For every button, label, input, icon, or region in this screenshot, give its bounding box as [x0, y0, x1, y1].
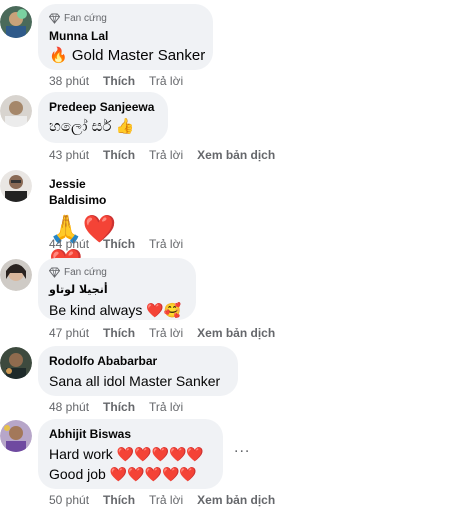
- like-button[interactable]: Thích: [103, 326, 135, 340]
- more-options-icon[interactable]: ...: [234, 439, 250, 457]
- commenter-name[interactable]: Predeep Sanjeewa: [49, 99, 156, 115]
- comment-bubble: Fan cứng Munna Lal 🔥 Gold Master Sanker: [38, 4, 213, 70]
- reply-button[interactable]: Trả lời: [149, 237, 183, 251]
- comment-actions: 50 phút Thích Trả lời Xem bản dịch: [49, 493, 289, 507]
- reply-button[interactable]: Trả lời: [149, 493, 183, 507]
- translate-button[interactable]: Xem bản dịch: [197, 493, 275, 507]
- avatar[interactable]: [0, 6, 32, 38]
- timestamp[interactable]: 50 phút: [49, 493, 89, 507]
- comment-actions: 43 phút Thích Trả lời Xem bản dịch: [49, 148, 289, 162]
- comment-text: 🔥 Gold Master Sanker: [49, 47, 206, 64]
- reply-button[interactable]: Trả lời: [149, 148, 183, 162]
- comment-actions: 47 phút Thích Trả lời Xem bản dịch: [49, 326, 289, 340]
- avatar[interactable]: [0, 347, 32, 379]
- like-button[interactable]: Thích: [103, 74, 135, 88]
- fan-badge-label: Fan cứng: [64, 266, 107, 278]
- comment-actions: 44 phút Thích Trả lời: [49, 237, 197, 251]
- diamond-icon: [49, 12, 60, 24]
- avatar[interactable]: [0, 259, 32, 291]
- like-button[interactable]: Thích: [103, 237, 135, 251]
- fan-badge: Fan cứng: [49, 11, 201, 25]
- timestamp[interactable]: 38 phút: [49, 74, 89, 88]
- like-button[interactable]: Thích: [103, 400, 135, 414]
- like-button[interactable]: Thích: [103, 148, 135, 162]
- comment-text: Sana all idol Master Sanker: [49, 373, 221, 389]
- comment-bubble: Predeep Sanjeewa හලෝ සර් 👍: [38, 92, 168, 143]
- commenter-name[interactable]: Jessie Baldisimo: [49, 176, 143, 208]
- translate-button[interactable]: Xem bản dịch: [197, 148, 275, 162]
- comment-text-line1: Hard work ❤️❤️❤️❤️❤️: [49, 446, 204, 462]
- diamond-icon: [49, 266, 60, 278]
- commenter-name[interactable]: Abhijit Biswas: [49, 426, 211, 442]
- comment-bubble: Rodolfo Ababarbar Sana all idol Master S…: [38, 346, 238, 396]
- comment-bubble: Abhijit Biswas Hard work ❤️❤️❤️❤️❤️ Good…: [38, 419, 223, 489]
- avatar[interactable]: [0, 95, 32, 127]
- comment-actions: 38 phút Thích Trả lời: [49, 74, 197, 88]
- commenter-name[interactable]: أنجيلا لوتاو: [49, 282, 184, 298]
- translate-button[interactable]: Xem bản dịch: [197, 326, 275, 340]
- avatar[interactable]: [0, 420, 32, 452]
- fan-badge: Fan cứng: [49, 265, 184, 279]
- comment-text: Be kind always ❤️🥰: [49, 302, 182, 318]
- comment-text-line2: Good job ❤️❤️❤️❤️❤️: [49, 466, 197, 482]
- commenter-name[interactable]: Munna Lal: [49, 28, 201, 44]
- comment-text: හලෝ සර් 👍: [49, 118, 135, 135]
- timestamp[interactable]: 43 phút: [49, 148, 89, 162]
- comment-bubble: Jessie Baldisimo 🙏❤️❤️: [38, 167, 155, 279]
- commenter-name[interactable]: Rodolfo Ababarbar: [49, 353, 226, 369]
- reply-button[interactable]: Trả lời: [149, 74, 183, 88]
- comment-actions: 48 phút Thích Trả lời: [49, 400, 197, 414]
- timestamp[interactable]: 47 phút: [49, 326, 89, 340]
- reply-button[interactable]: Trả lời: [149, 326, 183, 340]
- avatar[interactable]: [0, 170, 32, 202]
- timestamp[interactable]: 48 phút: [49, 400, 89, 414]
- comment-bubble: Fan cứng أنجيلا لوتاو Be kind always ❤️🥰: [38, 258, 196, 320]
- like-button[interactable]: Thích: [103, 493, 135, 507]
- fan-badge-label: Fan cứng: [64, 12, 107, 24]
- reply-button[interactable]: Trả lời: [149, 400, 183, 414]
- timestamp[interactable]: 44 phút: [49, 237, 89, 251]
